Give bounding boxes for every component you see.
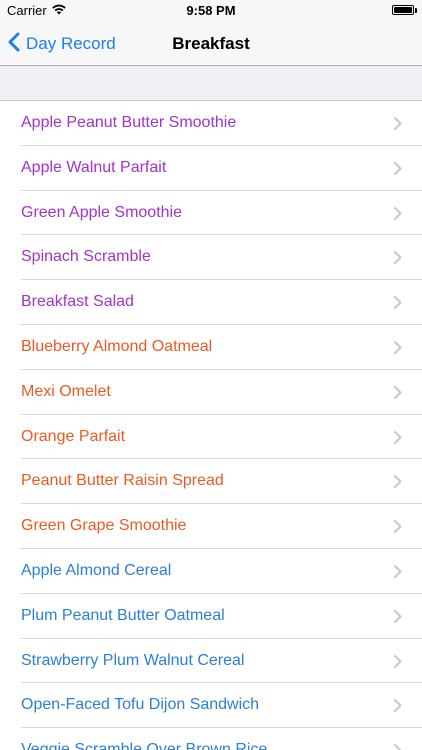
list-item[interactable]: Green Grape Smoothie	[0, 504, 422, 549]
chevron-right-icon	[394, 520, 402, 538]
chevron-right-icon	[394, 564, 402, 583]
battery-fill	[394, 7, 412, 13]
back-button-label: Day Record	[26, 34, 116, 53]
list-item-label: Apple Almond Cereal	[21, 561, 172, 579]
list-item-label: Apple Peanut Butter Smoothie	[21, 114, 237, 131]
list-item-label: Blueberry Almond Oatmeal	[21, 337, 213, 355]
list-item-label: Spinach Scramble	[21, 248, 151, 266]
list-item-label: Peanut Butter Raisin Spread	[21, 472, 224, 490]
chevron-right-icon	[394, 609, 402, 628]
battery-tip	[415, 8, 417, 13]
list-item[interactable]: Apple Peanut Butter Smoothie	[0, 101, 422, 146]
list-item-label: Plum Peanut Butter Oatmeal	[21, 606, 225, 624]
chevron-left-icon	[8, 32, 26, 57]
chevron-right-icon	[394, 385, 402, 404]
list-item-label: Strawberry Plum Walnut Cereal	[21, 651, 245, 669]
navigation-bar: Day Record Breakfast	[0, 22, 422, 66]
screen: Carrier 9:58 PM Day Record Breakfast App…	[0, 0, 422, 750]
chevron-right-icon	[394, 296, 402, 314]
status-time: 9:58 PM	[186, 3, 236, 18]
list-item[interactable]: Green Apple Smoothie	[0, 190, 422, 236]
list-item-label: Orange Parfait	[21, 427, 126, 445]
list-item-label: Open-Faced Tofu Dijon Sandwich	[21, 696, 260, 714]
chevron-right-icon	[394, 475, 402, 493]
battery-icon	[392, 5, 414, 15]
chevron-right-icon	[394, 117, 402, 135]
list-item[interactable]: Breakfast Salad	[0, 280, 422, 325]
list-item[interactable]: Open-Faced Tofu Dijon Sandwich	[0, 683, 422, 729]
status-bar: Carrier 9:58 PM	[0, 0, 422, 22]
list-item-label: Green Apple Smoothie	[21, 203, 182, 221]
chevron-right-icon	[394, 699, 402, 717]
list-item-label: Apple Walnut Parfait	[21, 158, 167, 176]
list-item-label: Breakfast Salad	[21, 293, 134, 311]
list-item[interactable]: Apple Almond Cereal	[0, 548, 422, 594]
list-item[interactable]: Orange Parfait	[0, 414, 422, 460]
list-item[interactable]: Peanut Butter Raisin Spread	[0, 459, 422, 505]
list-item-label: Mexi Omelet	[21, 382, 111, 400]
list-item[interactable]: Blueberry Almond Oatmeal	[0, 324, 422, 370]
chevron-right-icon	[394, 654, 402, 673]
chevron-right-icon	[394, 744, 402, 750]
list-item[interactable]: Strawberry Plum Walnut Cereal	[0, 638, 422, 684]
section-header	[0, 66, 422, 101]
chevron-right-icon	[394, 340, 402, 359]
list-item[interactable]: Veggie Scramble Over Brown Rice	[0, 728, 422, 750]
chevron-right-icon	[394, 251, 402, 269]
chevron-right-icon	[394, 430, 402, 449]
list-item[interactable]: Plum Peanut Butter Oatmeal	[0, 593, 422, 639]
list-item[interactable]: Spinach Scramble	[0, 235, 422, 281]
chevron-right-icon	[394, 161, 402, 180]
list-item[interactable]: Apple Walnut Parfait	[0, 145, 422, 191]
back-button[interactable]: Day Record	[8, 22, 116, 66]
list-item[interactable]: Mexi Omelet	[0, 369, 422, 415]
chevron-right-icon	[394, 206, 402, 225]
list-item-label: Veggie Scramble Over Brown Rice	[21, 741, 268, 750]
recipe-list: Apple Peanut Butter Smoothie Apple Walnut…	[0, 101, 422, 750]
list-item-label: Green Grape Smoothie	[21, 517, 187, 535]
